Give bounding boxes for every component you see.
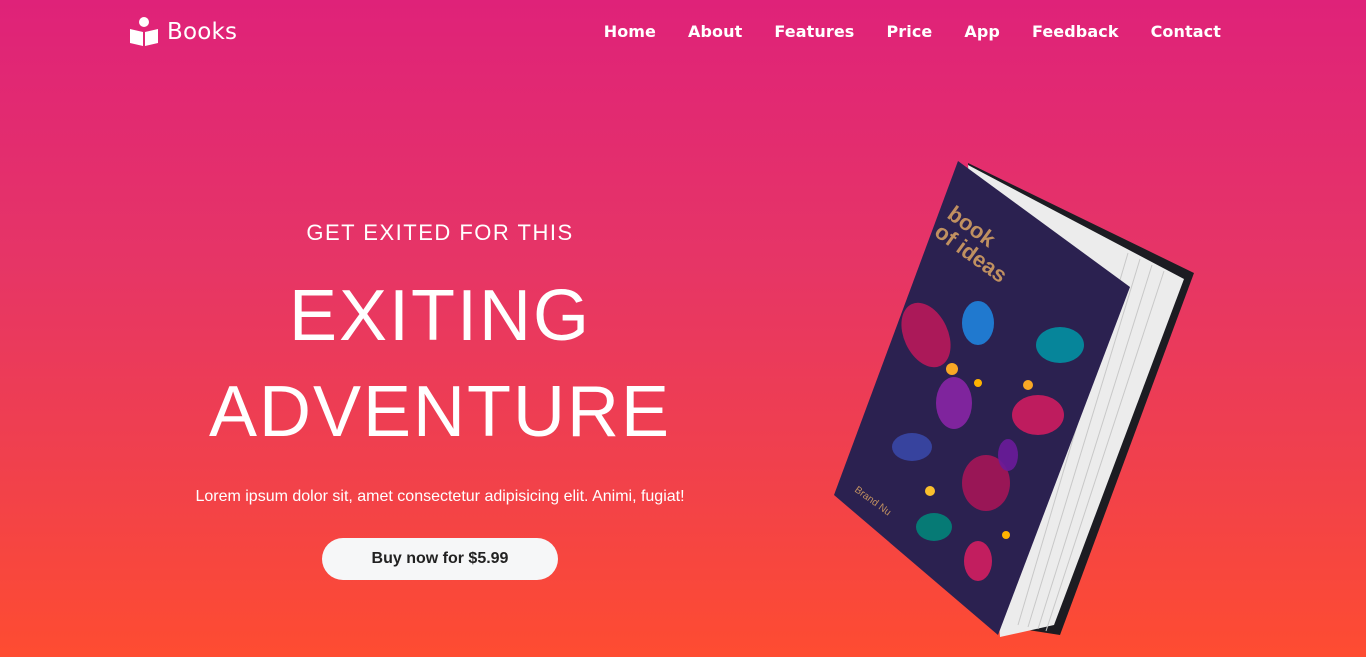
nav-item-about: About (688, 22, 742, 42)
nav-item-contact: Contact (1151, 22, 1221, 42)
hero-headline-line2: ADVENTURE (208, 372, 672, 452)
hero-headline: EXITING ADVENTURE (130, 268, 750, 460)
nav-item-home: Home (604, 22, 656, 42)
nav-link-app[interactable]: App (964, 22, 1000, 41)
book-image: book of ideas Brand Nu (828, 155, 1208, 645)
nav-link-price[interactable]: Price (886, 22, 932, 41)
nav-item-feedback: Feedback (1032, 22, 1119, 42)
nav-link-about[interactable]: About (688, 22, 742, 41)
nav-link-features[interactable]: Features (774, 22, 854, 41)
book-illustration: book of ideas Brand Nu (834, 161, 1194, 637)
navbar: Books Home About Features Price App Feed… (0, 0, 1366, 66)
nav-link-feedback[interactable]: Feedback (1032, 22, 1119, 41)
brand-name: Books (167, 19, 238, 45)
buy-now-button[interactable]: Buy now for $5.99 (322, 538, 558, 580)
nav-item-price: Price (886, 22, 932, 42)
nav-item-app: App (964, 22, 1000, 42)
nav-item-features: Features (774, 22, 854, 42)
nav-link-home[interactable]: Home (604, 22, 656, 41)
nav-menu: Home About Features Price App Feedback C… (604, 22, 1221, 42)
hero-kicker: GET EXITED FOR THIS (306, 220, 574, 245)
nav-link-contact[interactable]: Contact (1151, 22, 1221, 41)
book-reader-icon (130, 17, 158, 46)
hero-blurb: Lorem ipsum dolor sit, amet consectetur … (195, 488, 685, 505)
hero-content: GET EXITED FOR THIS EXITING ADVENTURE Lo… (130, 220, 750, 580)
brand-logo[interactable]: Books (128, 14, 237, 50)
hero-headline-line1: EXITING (288, 276, 592, 356)
